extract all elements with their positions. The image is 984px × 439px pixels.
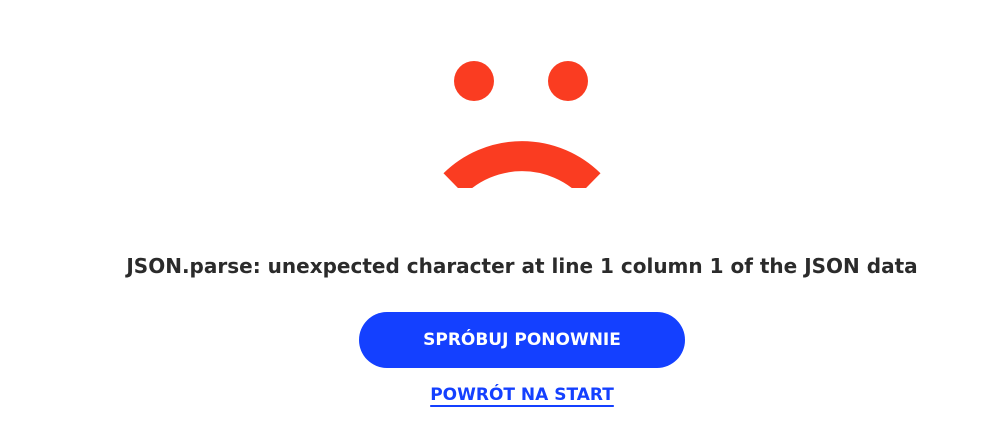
right-eye [548,61,588,101]
error-page: JSON.parse: unexpected character at line… [0,0,984,439]
back-link-container: POWRÓT NA START [0,385,984,405]
back-to-start-link[interactable]: POWRÓT NA START [430,385,614,405]
left-eye [454,61,494,101]
error-message: JSON.parse: unexpected character at line… [126,254,918,278]
frown-mouth [443,141,601,188]
retry-button[interactable]: SPRÓBUJ PONOWNIE [359,312,685,368]
sad-face-icon [443,61,601,188]
